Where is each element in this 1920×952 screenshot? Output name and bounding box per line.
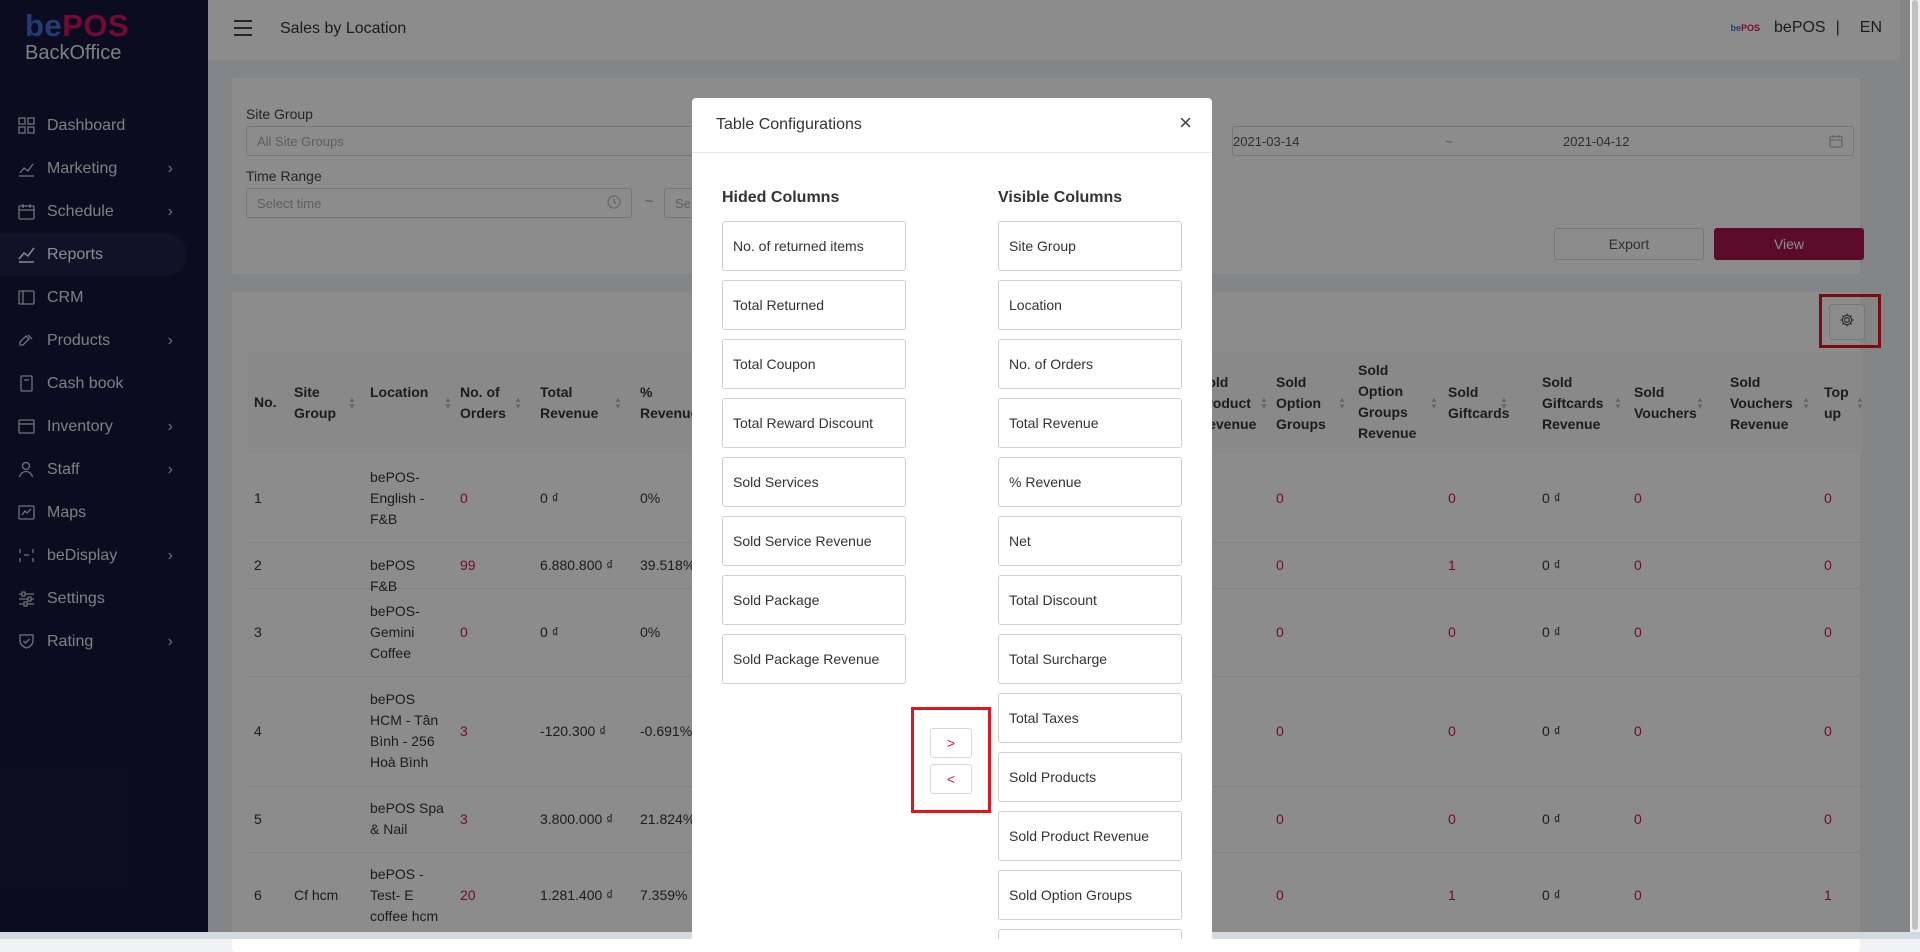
hidden-column-item[interactable]: Total Reward Discount [722,398,906,448]
modal-header: Table Configurations × [692,98,1212,153]
visible-columns-title: Visible Columns [998,189,1123,206]
hidden-column-item[interactable]: Sold Package [722,575,906,625]
table-config-modal: Table Configurations × Hided Columns Vis… [692,98,1212,939]
modal-title: Table Configurations [716,116,862,133]
visible-column-item[interactable]: Sold Product Revenue [998,811,1182,861]
visible-column-item[interactable]: Sold Products [998,752,1182,802]
hidden-column-item[interactable]: Sold Package Revenue [722,634,906,684]
hidden-columns-title: Hided Columns [722,189,840,206]
hidden-column-item[interactable]: Sold Services [722,457,906,507]
visible-column-item[interactable]: Location [998,280,1182,330]
visible-column-item[interactable]: % Revenue [998,457,1182,507]
visible-column-item[interactable] [998,929,1182,939]
hidden-column-item[interactable]: Sold Service Revenue [722,516,906,566]
visible-column-item[interactable]: Total Discount [998,575,1182,625]
visible-column-item[interactable]: No. of Orders [998,339,1182,389]
hidden-column-item[interactable]: No. of returned items [722,221,906,271]
visible-column-item[interactable]: Total Revenue [998,398,1182,448]
page-scrollbar[interactable] [1910,0,1920,939]
visible-column-item[interactable]: Net [998,516,1182,566]
hidden-column-item[interactable]: Total Returned [722,280,906,330]
visible-column-item[interactable]: Site Group [998,221,1182,271]
close-icon[interactable]: × [1179,112,1192,134]
hidden-column-item[interactable]: Total Coupon [722,339,906,389]
visible-column-item[interactable]: Sold Option Groups [998,870,1182,920]
move-buttons-highlight-box [911,707,991,813]
scrollbar-thumb[interactable] [1912,0,1918,930]
visible-column-item[interactable]: Total Surcharge [998,634,1182,684]
visible-column-item[interactable]: Total Taxes [998,693,1182,743]
